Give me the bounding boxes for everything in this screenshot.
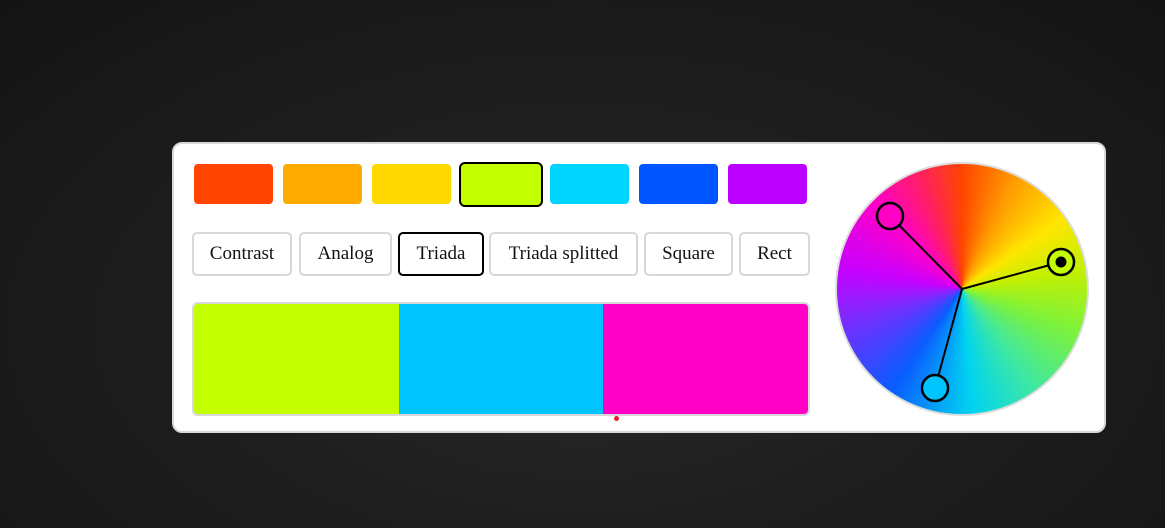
position-indicator-dot bbox=[614, 416, 619, 421]
tertiary-handle[interactable] bbox=[875, 201, 905, 231]
swatch-purple[interactable] bbox=[728, 164, 807, 204]
color-scheme-panel: Contrast Analog Triada Triada splitted S… bbox=[172, 142, 1106, 433]
swatch-red-orange[interactable] bbox=[194, 164, 273, 204]
color-wheel[interactable] bbox=[835, 162, 1089, 416]
secondary-connector-line bbox=[934, 288, 963, 389]
secondary-handle[interactable] bbox=[920, 373, 950, 403]
primary-handle-center-dot bbox=[1055, 256, 1067, 268]
swatch-lime[interactable] bbox=[459, 162, 543, 207]
tertiary-connector-line bbox=[889, 215, 963, 290]
analog-button[interactable]: Analog bbox=[299, 232, 392, 276]
swatch-cyan[interactable] bbox=[550, 164, 629, 204]
swatch-row bbox=[194, 162, 810, 208]
palette-color-2[interactable] bbox=[398, 304, 604, 414]
rect-button[interactable]: Rect bbox=[739, 232, 810, 276]
palette-preview bbox=[192, 302, 810, 416]
swatch-yellow[interactable] bbox=[372, 164, 451, 204]
scheme-mode-buttons: Contrast Analog Triada Triada splitted S… bbox=[192, 232, 812, 278]
swatch-orange[interactable] bbox=[283, 164, 362, 204]
square-button[interactable]: Square bbox=[644, 232, 733, 276]
contrast-button[interactable]: Contrast bbox=[192, 232, 292, 276]
palette-color-1[interactable] bbox=[194, 304, 399, 414]
triada-splitted-button[interactable]: Triada splitted bbox=[489, 232, 638, 276]
triada-button[interactable]: Triada bbox=[398, 232, 484, 276]
wheel-handles bbox=[875, 201, 1076, 403]
swatch-blue[interactable] bbox=[639, 164, 718, 204]
palette-color-3[interactable] bbox=[603, 304, 808, 414]
primary-connector-line bbox=[961, 261, 1062, 290]
